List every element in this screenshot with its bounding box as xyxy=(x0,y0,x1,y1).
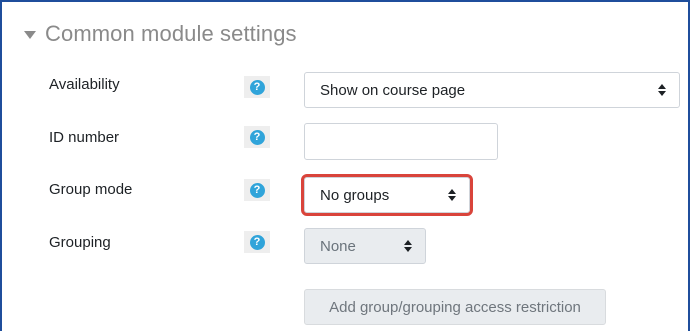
id-number-label: ID number xyxy=(49,129,120,146)
help-glyph: ? xyxy=(249,182,265,198)
group-mode-select[interactable]: No groups xyxy=(301,174,473,216)
group-mode-label: Group mode xyxy=(49,181,133,198)
availability-select-value: Show on course page xyxy=(320,81,466,99)
question-circle-icon[interactable]: ? xyxy=(244,231,270,253)
select-arrows-icon xyxy=(658,84,666,96)
grouping-select-value: None xyxy=(320,237,356,255)
availability-select[interactable]: Show on course page xyxy=(304,72,680,108)
help-glyph: ? xyxy=(249,79,265,95)
select-arrows-icon xyxy=(448,189,456,201)
help-glyph: ? xyxy=(249,234,265,250)
help-glyph: ? xyxy=(249,129,265,145)
section-title: Common module settings xyxy=(45,21,297,46)
section-header[interactable]: Common module settings xyxy=(24,21,297,47)
question-circle-icon[interactable]: ? xyxy=(244,76,270,98)
availability-label: Availability xyxy=(49,76,120,93)
group-mode-select-value: No groups xyxy=(320,186,390,204)
question-circle-icon[interactable]: ? xyxy=(244,126,270,148)
settings-panel: Common module settings Availability ? Sh… xyxy=(0,0,690,331)
grouping-select: None xyxy=(304,228,426,264)
question-circle-icon[interactable]: ? xyxy=(244,179,270,201)
add-restriction-button: Add group/grouping access restriction xyxy=(304,289,606,325)
select-arrows-icon xyxy=(404,240,412,252)
id-number-input[interactable] xyxy=(304,123,498,160)
grouping-label: Grouping xyxy=(49,234,111,251)
caret-down-icon[interactable] xyxy=(24,31,36,39)
